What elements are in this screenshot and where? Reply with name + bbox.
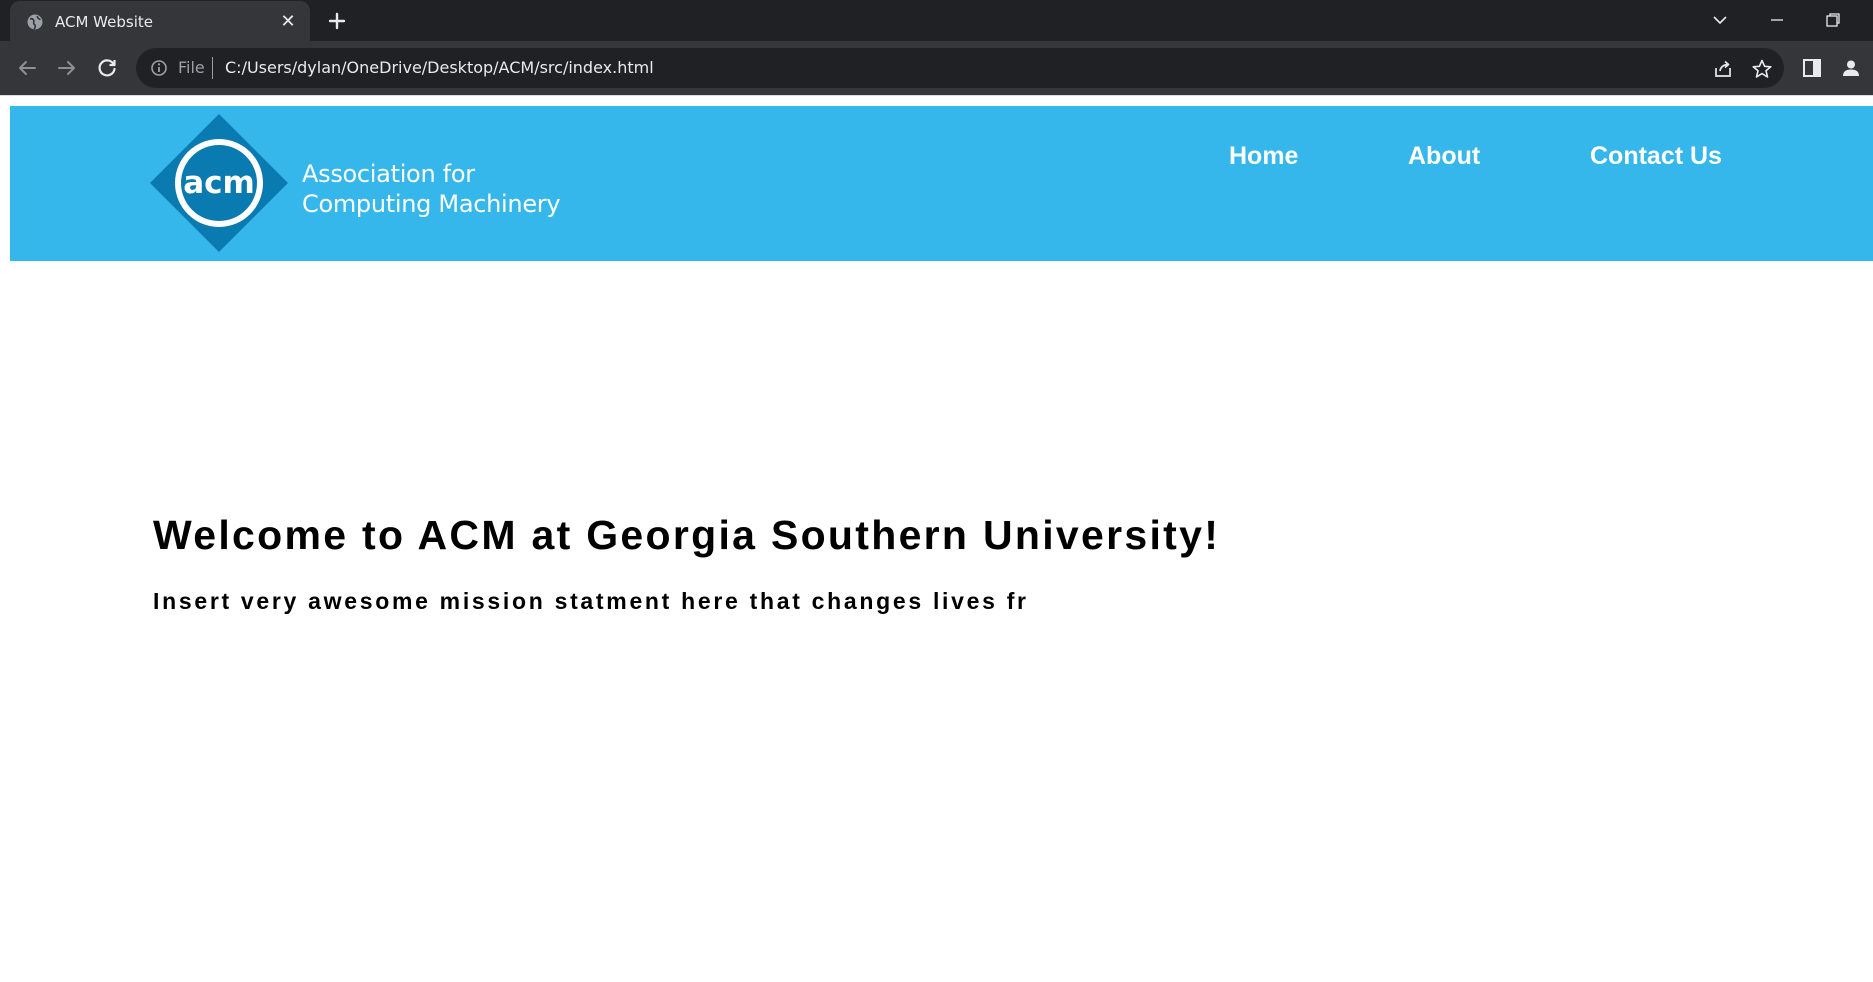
scheme-divider: [212, 57, 213, 79]
back-arrow-icon[interactable]: [13, 54, 41, 82]
share-icon[interactable]: [1712, 58, 1734, 80]
tab-search-chevron-icon[interactable]: [1709, 9, 1731, 31]
reload-icon[interactable]: [93, 54, 121, 82]
hero-title: Welcome to ACM at Georgia Southern Unive…: [153, 512, 1221, 558]
hero-subtitle: Insert very awesome mission statment her…: [153, 588, 1029, 614]
bookmark-star-icon[interactable]: [1751, 58, 1773, 80]
address-bar[interactable]: File C:/Users/dylan/OneDrive/Desktop/ACM…: [136, 48, 1784, 88]
profile-avatar-icon[interactable]: [1839, 56, 1863, 80]
logo-line-1: Association for: [302, 160, 475, 188]
logo-wordmark: Association for Computing Machinery: [302, 159, 561, 219]
site-header: acm Association for Computing Machinery …: [10, 106, 1873, 261]
restore-icon[interactable]: [1822, 9, 1844, 31]
tab-title: ACM Website: [55, 13, 153, 31]
close-tab-icon[interactable]: ✕: [278, 12, 298, 32]
forward-arrow-icon[interactable]: [53, 54, 81, 82]
logo-mark-text: acm: [183, 165, 255, 201]
acm-logo[interactable]: acm Association for Computing Machinery: [148, 112, 568, 254]
url-text[interactable]: C:/Users/dylan/OneDrive/Desktop/ACM/src/…: [225, 58, 654, 77]
nav-contact-link[interactable]: Contact Us: [1590, 142, 1722, 171]
new-tab-icon[interactable]: [324, 8, 350, 34]
info-icon[interactable]: [150, 59, 168, 77]
side-panel-icon[interactable]: [1800, 56, 1824, 80]
nav-home-link[interactable]: Home: [1229, 142, 1298, 171]
acm-diamond-icon: acm: [150, 114, 288, 252]
browser-tab[interactable]: ACM Website ✕: [10, 1, 310, 41]
browser-tab-strip: ACM Website ✕: [0, 0, 1873, 41]
page-divider: [0, 95, 1873, 96]
browser-toolbar: File C:/Users/dylan/OneDrive/Desktop/ACM…: [0, 41, 1873, 95]
logo-line-2: Computing Machinery: [302, 190, 561, 218]
globe-icon: [27, 14, 43, 30]
nav-about-link[interactable]: About: [1408, 142, 1480, 171]
minimize-icon[interactable]: [1766, 9, 1788, 31]
scheme-label: File: [178, 58, 205, 77]
